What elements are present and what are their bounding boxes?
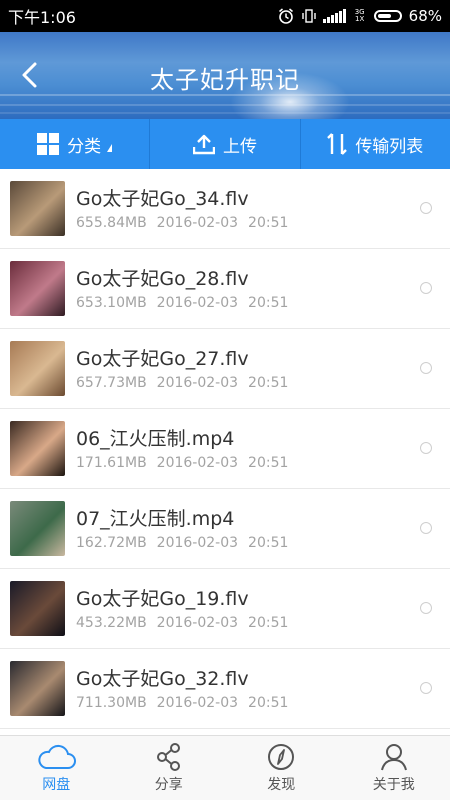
nav-item-discover[interactable]: 发现 [225,736,338,800]
file-row[interactable]: Go太子妃Go_32.flv 711.30MB 2016-02-03 20:51 [0,649,450,729]
select-radio[interactable] [420,282,432,294]
file-info: Go太子妃Go_34.flv 655.84MB 2016-02-03 20:51 [76,187,450,231]
file-row[interactable]: Go太子妃Go_19.flv 453.22MB 2016-02-03 20:51 [0,569,450,649]
status-icons: 3G 1X 68% [277,7,442,25]
transfer-list-label: 传输列表 [355,136,424,157]
file-time: 20:51 [248,694,289,711]
file-time: 20:51 [248,454,289,471]
file-row[interactable]: 06_江火压制.mp4 171.61MB 2016-02-03 20:51 [0,409,450,489]
file-date: 2016-02-03 [156,534,239,551]
file-time: 20:51 [248,614,289,631]
file-time: 20:51 [248,214,289,231]
file-row[interactable]: 07_江火压制.mp4 162.72MB 2016-02-03 20:51 [0,489,450,569]
file-size: 162.72MB [76,534,147,551]
vibrate-icon [301,9,316,23]
upload-icon [192,134,215,155]
file-date: 2016-02-03 [156,454,239,471]
category-button[interactable]: 分类 [0,119,149,169]
select-radio[interactable] [420,202,432,214]
file-name: Go太子妃Go_34.flv [76,187,249,210]
select-radio[interactable] [420,682,432,694]
file-meta: 171.61MB 2016-02-03 20:51 [76,455,450,471]
network-type: 3G 1X [354,8,365,23]
upload-label: 上传 [222,136,257,157]
compass-icon [268,744,295,770]
file-meta: 657.73MB 2016-02-03 20:51 [76,375,450,391]
file-name: 07_江火压制.mp4 [76,507,235,530]
file-info: Go太子妃Go_32.flv 711.30MB 2016-02-03 20:51 [76,667,450,711]
page-title: 太子妃升职记 [150,66,300,94]
video-thumbnail [10,181,65,236]
file-size: 453.22MB [76,614,147,631]
select-radio[interactable] [420,442,432,454]
select-radio[interactable] [420,522,432,534]
file-row[interactable]: Go太子妃Go_34.flv 655.84MB 2016-02-03 20:51 [0,169,450,249]
file-name: Go太子妃Go_32.flv [76,667,249,690]
file-meta: 162.72MB 2016-02-03 20:51 [76,535,450,551]
upload-button[interactable]: 上传 [149,119,299,169]
share-icon [156,743,180,771]
nav-label: 分享 [154,777,183,793]
file-size: 171.61MB [76,454,147,471]
file-date: 2016-02-03 [156,374,239,391]
bottom-navigation: 网盘 分享 发现 关于我 [0,735,450,800]
nav-item-about-me[interactable]: 关于我 [338,736,450,800]
file-date: 2016-02-03 [156,214,239,231]
file-info: 06_江火压制.mp4 171.61MB 2016-02-03 20:51 [76,427,450,471]
nav-label: 发现 [267,777,296,793]
file-date: 2016-02-03 [156,294,239,311]
file-info: 07_江火压制.mp4 162.72MB 2016-02-03 20:51 [76,507,450,551]
cloud-icon [38,744,77,769]
file-meta: 653.10MB 2016-02-03 20:51 [76,295,450,311]
select-radio[interactable] [420,362,432,374]
nav-item-netdisk[interactable]: 网盘 [0,736,113,800]
file-size: 653.10MB [76,294,147,311]
toolbar: 分类 上传 传输列表 [0,119,450,169]
file-list: Go太子妃Go_34.flv 655.84MB 2016-02-03 20:51 Go太… [0,169,450,729]
file-time: 20:51 [248,374,289,391]
nav-item-share[interactable]: 分享 [113,736,226,800]
file-name: 06_江火压制.mp4 [76,427,235,450]
file-meta: 453.22MB 2016-02-03 20:51 [76,615,450,631]
signal-icon [322,9,346,23]
file-size: 657.73MB [76,374,147,391]
battery-icon [373,10,402,22]
video-thumbnail [10,421,65,476]
dropdown-triangle-icon [107,144,113,152]
video-thumbnail [10,261,65,316]
status-bar: 下午1:06 3G 1X 68% [0,0,450,32]
file-time: 20:51 [248,294,289,311]
file-info: Go太子妃Go_27.flv 657.73MB 2016-02-03 20:51 [76,347,450,391]
video-thumbnail [10,581,65,636]
video-thumbnail [10,501,65,556]
file-size: 655.84MB [76,214,147,231]
video-thumbnail [10,341,65,396]
file-name: Go太子妃Go_28.flv [76,267,249,290]
video-thumbnail [10,661,65,716]
file-info: Go太子妃Go_19.flv 453.22MB 2016-02-03 20:51 [76,587,450,631]
transfer-list-button[interactable]: 传输列表 [299,119,450,169]
file-size: 711.30MB [76,694,147,711]
file-date: 2016-02-03 [156,694,239,711]
file-meta: 711.30MB 2016-02-03 20:51 [76,695,450,711]
person-icon [380,744,407,771]
file-time: 20:51 [248,534,289,551]
select-radio[interactable] [420,602,432,614]
file-date: 2016-02-03 [156,614,239,631]
transfer-arrows-icon [327,133,348,155]
file-row[interactable]: Go太子妃Go_27.flv 657.73MB 2016-02-03 20:51 [0,329,450,409]
category-label: 分类 [67,136,102,157]
nav-label: 关于我 [372,777,415,793]
grid-icon [37,133,60,155]
file-name: Go太子妃Go_19.flv [76,587,249,610]
file-meta: 655.84MB 2016-02-03 20:51 [76,215,450,231]
file-row[interactable]: Go太子妃Go_28.flv 653.10MB 2016-02-03 20:51 [0,249,450,329]
battery-percent: 68% [408,7,442,25]
alarm-icon [278,8,293,24]
status-time: 下午1:06 [8,8,76,27]
file-name: Go太子妃Go_27.flv [76,347,249,370]
header: 太子妃升职记 [0,32,450,119]
nav-label: 网盘 [42,777,71,793]
file-info: Go太子妃Go_28.flv 653.10MB 2016-02-03 20:51 [76,267,450,311]
